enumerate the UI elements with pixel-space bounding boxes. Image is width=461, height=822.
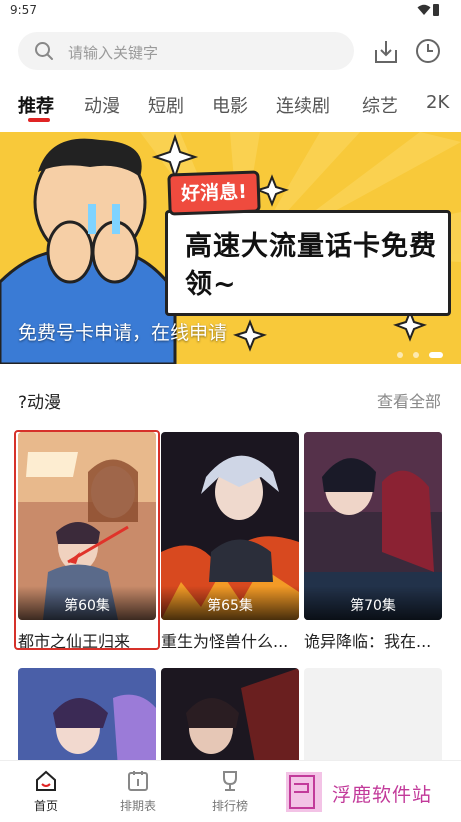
history-icon[interactable] (414, 37, 442, 65)
watermark-logo-icon (286, 772, 322, 812)
carousel-dot (396, 352, 403, 358)
anime-card-placeholder (304, 668, 442, 768)
section-title: ?动漫 (18, 393, 62, 413)
tab-series[interactable]: 连续剧 (276, 92, 330, 118)
banner-tag: 好消息! (167, 170, 261, 216)
status-bar: 9:57 (0, 0, 461, 24)
calendar-icon (128, 771, 148, 791)
battery-icon (433, 4, 439, 16)
banner-caption: 免费号卡申请，在线申请 (18, 322, 228, 344)
category-tabs: 推荐 动漫 短剧 电影 连续剧 综艺 2K (0, 88, 461, 124)
promo-banner[interactable]: 好消息! 高速大流量话卡免费领~ 免费号卡申请，在线申请 (0, 132, 461, 364)
active-tab-indicator (28, 118, 50, 122)
banner-headline: 高速大流量话卡免费领~ (185, 231, 437, 300)
anime-card[interactable] (161, 668, 299, 768)
search-bar[interactable]: 请输入关键字 (18, 32, 354, 70)
view-all-link[interactable]: 查看全部 (377, 388, 441, 412)
carousel-dot (412, 352, 419, 358)
nav-label: 排期表 (119, 799, 156, 813)
nav-home[interactable]: 首页 (16, 769, 76, 814)
carousel-dot-active (429, 352, 443, 358)
card-title: 重生为怪兽什么... (161, 632, 289, 651)
episode-label: 第70集 (304, 586, 442, 620)
tab-movie[interactable]: 电影 (212, 92, 248, 118)
tab-anime[interactable]: 动漫 (84, 92, 120, 118)
tab-variety[interactable]: 综艺 (362, 92, 398, 118)
nav-label: 排行榜 (211, 799, 248, 813)
poster-image (18, 668, 156, 768)
search-input[interactable]: 请输入关键字 (68, 42, 158, 63)
tab-2k[interactable]: 2K (426, 92, 449, 113)
site-watermark: 浮鹿软件站 (286, 772, 446, 814)
anime-card[interactable] (18, 668, 156, 768)
tab-short-drama[interactable]: 短剧 (148, 92, 184, 118)
home-icon (36, 770, 56, 791)
nav-label: 首页 (33, 799, 58, 813)
status-time: 9:57 (10, 3, 37, 17)
anime-card[interactable]: 第65集 重生为怪兽什么... (161, 432, 299, 652)
nav-schedule[interactable]: 排期表 (108, 769, 168, 814)
trophy-icon (223, 771, 237, 791)
watermark-text: 浮鹿软件站 (332, 784, 433, 806)
search-icon (35, 42, 53, 60)
highlight-annotation (14, 430, 160, 650)
tab-recommend[interactable]: 推荐 (18, 92, 54, 118)
anime-card[interactable]: 第70集 诡异降临：我在... (304, 432, 442, 652)
poster-image: 第65集 (161, 432, 299, 620)
nav-ranking[interactable]: 排行榜 (200, 769, 260, 814)
poster-image (161, 668, 299, 768)
carousel-indicator (392, 343, 443, 362)
poster-image: 第70集 (304, 432, 442, 620)
wifi-icon (417, 4, 431, 15)
download-icon[interactable] (372, 38, 400, 66)
card-title: 诡异降临：我在... (304, 632, 432, 651)
episode-label: 第65集 (161, 586, 299, 620)
anime-section-header: ?动漫 查看全部 (0, 384, 461, 414)
